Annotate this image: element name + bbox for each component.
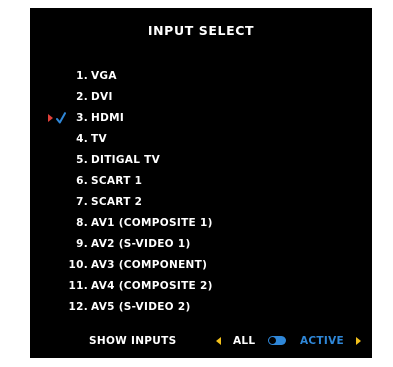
list-item[interactable]: 8. AV1 (COMPOSITE 1) [30,214,330,232]
item-label: AV4 (COMPOSITE 2) [91,280,213,292]
item-label: SCART 1 [91,175,143,187]
item-number: 2. [76,91,88,103]
item-label: DITIGAL TV [91,154,161,166]
list-item[interactable]: 5. DITIGAL TV [30,151,330,169]
list-item[interactable]: 2. DVI [30,88,330,106]
list-item[interactable]: 9. AV2 (S-VIDEO 1) [30,235,330,253]
item-label: SCART 2 [91,196,143,208]
item-label: AV2 (S-VIDEO 1) [91,238,191,250]
arrow-right-icon[interactable] [356,337,361,345]
item-number: 7. [76,196,88,208]
toggle-switch[interactable] [268,336,286,345]
item-number: 9. [76,238,88,250]
list-item[interactable]: 7. SCART 2 [30,193,330,211]
all-option[interactable]: ALL [233,332,255,350]
item-label: HDMI [91,112,125,124]
item-number: 4. [76,133,88,145]
list-item[interactable]: 4. TV [30,130,330,148]
list-item[interactable]: 11. AV4 (COMPOSITE 2) [30,277,330,295]
item-number: 10. [68,259,88,271]
input-select-menu: INPUT SELECT 1. VGA 2. DVI 3. HDMI 4. TV… [30,8,372,358]
item-label: AV3 (COMPONENT) [91,259,208,271]
menu-title: INPUT SELECT [147,23,255,38]
show-inputs-footer: SHOW INPUTS ALL ACTIVE [30,332,372,350]
active-option[interactable]: ACTIVE [300,332,344,350]
item-label: AV1 (COMPOSITE 1) [91,217,213,229]
list-item[interactable]: 10. AV3 (COMPONENT) [30,256,330,274]
item-number: 8. [76,217,88,229]
selection-arrow-icon [48,114,53,122]
item-number: 5. [76,154,88,166]
item-number: 3. [76,112,88,124]
item-label: VGA [91,70,117,82]
item-number: 11. [68,280,88,292]
show-inputs-label: SHOW INPUTS [89,335,177,347]
item-number: 12. [68,301,88,313]
item-label: AV5 (S-VIDEO 2) [91,301,191,313]
list-item[interactable]: 1. VGA [30,67,330,85]
item-label: TV [91,133,107,145]
item-number: 1. [76,70,88,82]
list-item[interactable]: 12. AV5 (S-VIDEO 2) [30,298,330,316]
item-label: DVI [91,91,113,103]
list-item-selected[interactable]: 3. HDMI [30,109,330,127]
item-number: 6. [76,175,88,187]
toggle-knob [269,337,276,344]
list-item[interactable]: 6. SCART 1 [30,172,330,190]
arrow-left-icon[interactable] [216,337,221,345]
